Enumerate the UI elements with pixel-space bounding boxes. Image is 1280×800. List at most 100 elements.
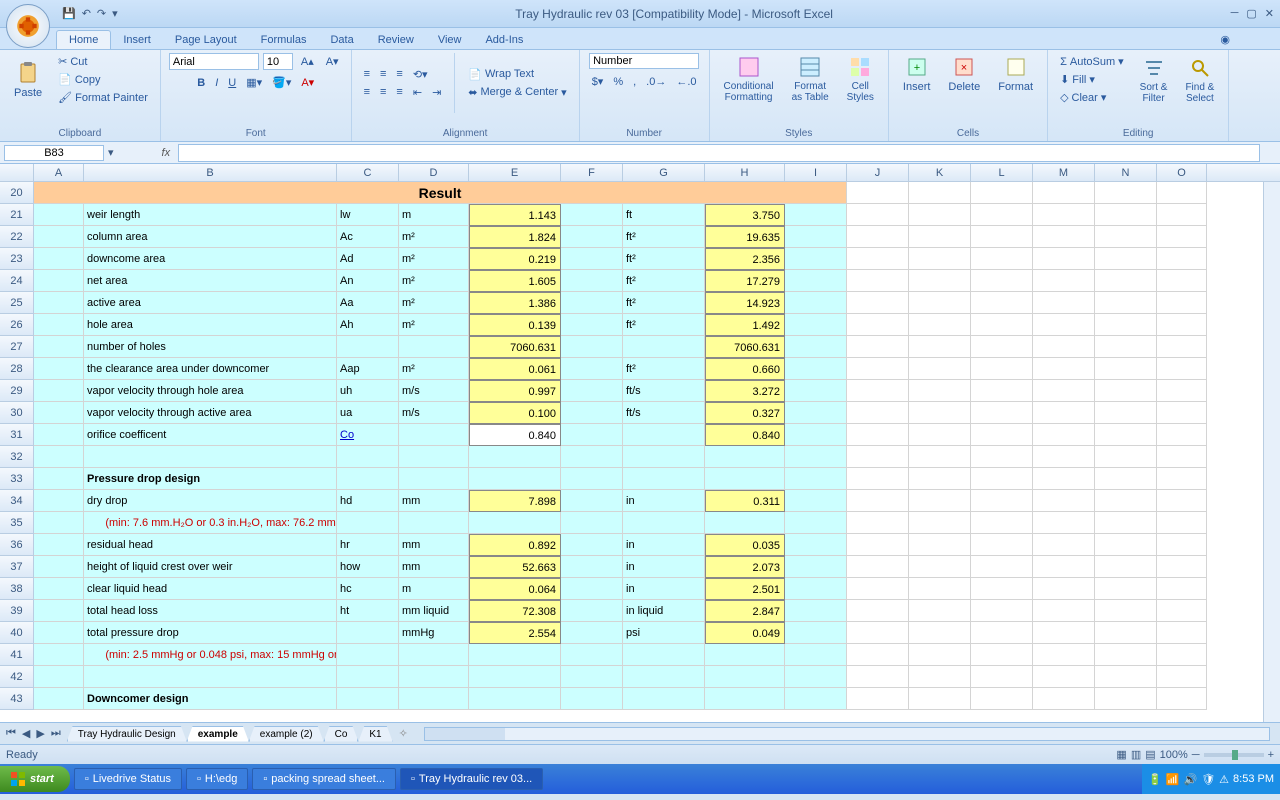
cell[interactable]: Downcomer design [84, 688, 337, 710]
cell[interactable]: m² [399, 226, 469, 248]
cell[interactable]: 7060.631 [705, 336, 785, 358]
cell[interactable] [909, 314, 971, 336]
tab-last-icon[interactable]: ⏭ [49, 727, 63, 740]
cell[interactable] [1095, 534, 1157, 556]
row-header[interactable]: 27 [0, 336, 34, 358]
cell[interactable] [1095, 688, 1157, 710]
tab-prev-icon[interactable]: ◀ [20, 727, 32, 740]
cell[interactable] [847, 600, 909, 622]
cell[interactable] [34, 446, 84, 468]
cell[interactable] [1157, 600, 1207, 622]
cell[interactable] [1157, 644, 1207, 666]
cell[interactable]: ft² [623, 248, 705, 270]
cell[interactable]: m [399, 204, 469, 226]
cell[interactable]: total head loss [84, 600, 337, 622]
cell[interactable]: hc [337, 578, 399, 600]
cell-styles-button[interactable]: Cell Styles [841, 53, 880, 105]
cell[interactable] [1033, 248, 1095, 270]
cell[interactable]: mm liquid [399, 600, 469, 622]
cell[interactable] [847, 688, 909, 710]
cell[interactable] [561, 314, 623, 336]
cell[interactable] [971, 490, 1033, 512]
cell[interactable] [1095, 600, 1157, 622]
cell[interactable] [1095, 446, 1157, 468]
cell[interactable] [1095, 248, 1157, 270]
cell[interactable]: height of liquid crest over weir [84, 556, 337, 578]
cell[interactable]: 0.892 [469, 534, 561, 556]
cell[interactable] [971, 622, 1033, 644]
tab-next-icon[interactable]: ▶ [34, 727, 46, 740]
cell[interactable]: 3.750 [705, 204, 785, 226]
cell[interactable] [469, 446, 561, 468]
cell[interactable] [337, 688, 399, 710]
cell[interactable] [1095, 270, 1157, 292]
cell[interactable] [34, 644, 84, 666]
cell[interactable]: uh [337, 380, 399, 402]
cell[interactable] [561, 446, 623, 468]
cell[interactable] [34, 292, 84, 314]
cell[interactable] [785, 226, 847, 248]
cell[interactable]: Ah [337, 314, 399, 336]
cell[interactable] [1033, 490, 1095, 512]
cell[interactable] [1157, 512, 1207, 534]
row-header[interactable]: 41 [0, 644, 34, 666]
cell[interactable] [623, 424, 705, 446]
cell[interactable] [561, 644, 623, 666]
cell[interactable] [1095, 226, 1157, 248]
cell[interactable]: 7060.631 [469, 336, 561, 358]
cell[interactable]: ua [337, 402, 399, 424]
cell[interactable] [623, 446, 705, 468]
start-button[interactable]: start [0, 766, 70, 792]
cell[interactable] [971, 270, 1033, 292]
cell[interactable]: 0.100 [469, 402, 561, 424]
cell[interactable]: 0.660 [705, 358, 785, 380]
cell[interactable]: ft² [623, 292, 705, 314]
cell[interactable] [785, 380, 847, 402]
cell[interactable] [561, 270, 623, 292]
cell[interactable] [1157, 292, 1207, 314]
cell[interactable] [561, 380, 623, 402]
formula-input[interactable] [178, 144, 1260, 162]
cell[interactable] [1033, 556, 1095, 578]
cell[interactable] [847, 248, 909, 270]
cell[interactable]: 0.049 [705, 622, 785, 644]
cell[interactable] [847, 314, 909, 336]
cell[interactable] [971, 182, 1033, 204]
cell[interactable] [847, 490, 909, 512]
find-select-button[interactable]: Find & Select [1179, 54, 1220, 106]
cell[interactable] [399, 688, 469, 710]
cell[interactable] [623, 512, 705, 534]
cell[interactable] [971, 204, 1033, 226]
cell[interactable] [909, 336, 971, 358]
cell[interactable] [34, 534, 84, 556]
cell[interactable]: m² [399, 270, 469, 292]
cell[interactable]: weir length [84, 204, 337, 226]
cell[interactable]: ft/s [623, 402, 705, 424]
cell[interactable] [909, 622, 971, 644]
cell[interactable]: 1.605 [469, 270, 561, 292]
row-header[interactable]: 32 [0, 446, 34, 468]
view-pagebreak-icon[interactable]: ▤ [1145, 748, 1155, 761]
cell[interactable] [785, 512, 847, 534]
conditional-formatting-button[interactable]: Conditional Formatting [718, 53, 780, 105]
cell[interactable]: hr [337, 534, 399, 556]
cell[interactable] [561, 534, 623, 556]
cell[interactable] [847, 402, 909, 424]
cell[interactable] [399, 666, 469, 688]
align-middle-icon[interactable]: ≡ [376, 66, 390, 83]
cell[interactable] [909, 644, 971, 666]
cell[interactable]: 2.356 [705, 248, 785, 270]
tab-home[interactable]: Home [56, 30, 111, 49]
cell[interactable]: 72.308 [469, 600, 561, 622]
cell[interactable] [337, 644, 399, 666]
cell[interactable] [785, 578, 847, 600]
increase-indent-icon[interactable]: ⇥ [428, 84, 445, 101]
increase-decimal-icon[interactable]: .0→ [642, 73, 670, 90]
row-header[interactable]: 35 [0, 512, 34, 534]
cell[interactable] [1157, 380, 1207, 402]
cell[interactable] [337, 622, 399, 644]
format-painter-button[interactable]: 🖌 Format Painter [54, 89, 152, 106]
cell[interactable] [561, 666, 623, 688]
row-header[interactable]: 34 [0, 490, 34, 512]
cell[interactable]: vapor velocity through active area [84, 402, 337, 424]
